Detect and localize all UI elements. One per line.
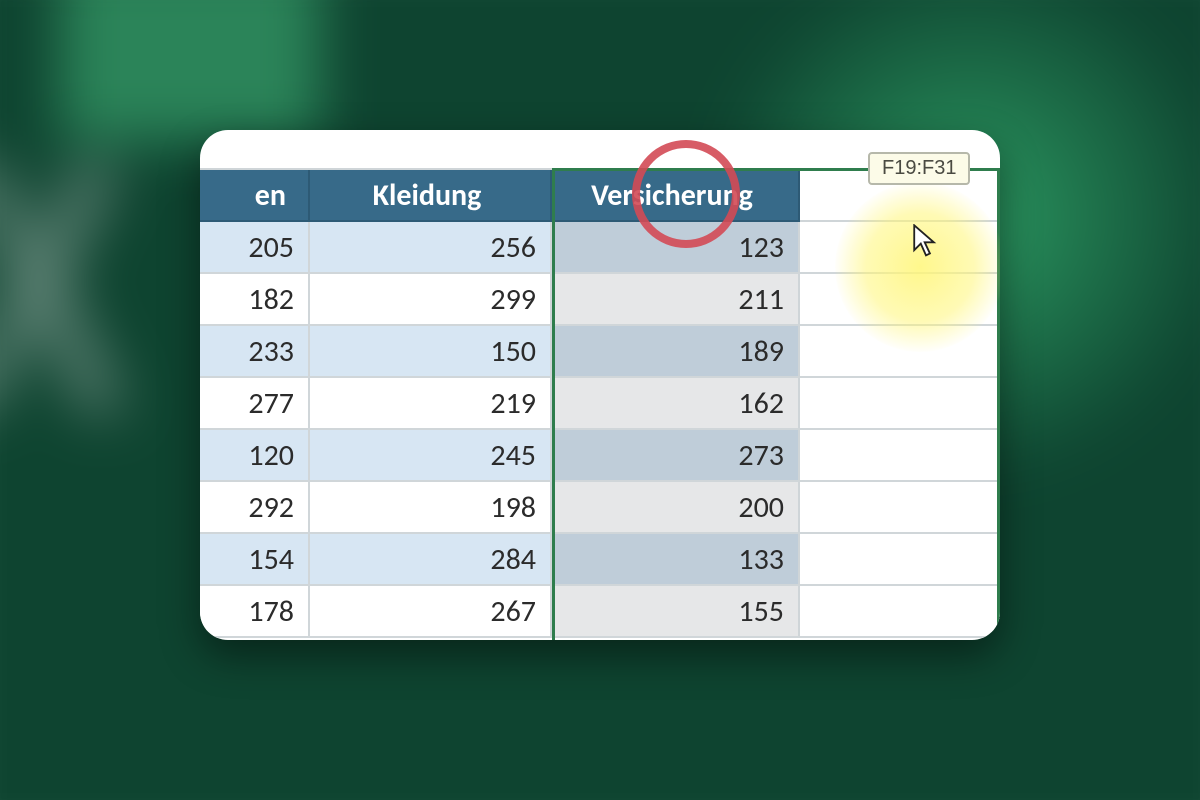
- cell[interactable]: [800, 222, 1000, 274]
- cell-value: 200: [738, 489, 784, 526]
- cell-value: 205: [248, 229, 294, 266]
- spreadsheet-grid[interactable]: en Kleidung Versicherung 205 256 123 182 299…: [200, 130, 1000, 640]
- cell[interactable]: 150: [310, 326, 552, 378]
- cell-value: 292: [248, 489, 294, 526]
- cell-value: 198: [490, 489, 536, 526]
- cell[interactable]: 198: [310, 482, 552, 534]
- cell-value: 219: [490, 385, 536, 422]
- cell-value: 211: [738, 281, 784, 318]
- cell-value: 133: [738, 541, 784, 578]
- cell[interactable]: 200: [552, 482, 800, 534]
- cell-value: 182: [248, 281, 294, 318]
- cell[interactable]: 219: [310, 378, 552, 430]
- cell-value: 155: [738, 593, 784, 630]
- cell[interactable]: [800, 274, 1000, 326]
- table-row: 292 198 200: [200, 482, 1000, 534]
- header-label: Kleidung: [373, 177, 482, 214]
- cell[interactable]: [800, 586, 1000, 638]
- cell[interactable]: 256: [310, 222, 552, 274]
- cell[interactable]: [800, 430, 1000, 482]
- table-row: 205 256 123: [200, 222, 1000, 274]
- cell[interactable]: [800, 378, 1000, 430]
- cell[interactable]: 205: [200, 222, 310, 274]
- cell-value: 120: [248, 437, 294, 474]
- table-row: 154 284 133: [200, 534, 1000, 586]
- table-row: 277 219 162: [200, 378, 1000, 430]
- cell-value: 123: [738, 229, 784, 266]
- cell[interactable]: 162: [552, 378, 800, 430]
- cell-value: 267: [490, 593, 536, 630]
- cell[interactable]: [800, 326, 1000, 378]
- cell[interactable]: 233: [200, 326, 310, 378]
- cell-value: 277: [248, 385, 294, 422]
- cell[interactable]: 267: [310, 586, 552, 638]
- cell[interactable]: 123: [552, 222, 800, 274]
- cell[interactable]: 154: [200, 534, 310, 586]
- cell[interactable]: 245: [310, 430, 552, 482]
- header-col-versicherung[interactable]: Versicherung: [552, 170, 800, 222]
- cell-value: 273: [738, 437, 784, 474]
- cell-value: 256: [490, 229, 536, 266]
- cell[interactable]: 155: [552, 586, 800, 638]
- cell[interactable]: 299: [310, 274, 552, 326]
- header-col-kleidung[interactable]: Kleidung: [310, 170, 552, 222]
- table-row: 178 267 155: [200, 586, 1000, 638]
- cell[interactable]: 133: [552, 534, 800, 586]
- cell[interactable]: 284: [310, 534, 552, 586]
- cell-value: 150: [490, 333, 536, 370]
- range-tooltip-label: F19:F31: [882, 157, 956, 179]
- cell[interactable]: 273: [552, 430, 800, 482]
- cell-value: 162: [738, 385, 784, 422]
- header-label: Versicherung: [591, 177, 753, 214]
- table-row: 182 299 211: [200, 274, 1000, 326]
- range-tooltip: F19:F31: [868, 152, 970, 185]
- header-label: en: [255, 177, 286, 214]
- table-row: 120 245 273: [200, 430, 1000, 482]
- cell-value: 284: [490, 541, 536, 578]
- spreadsheet-card: en Kleidung Versicherung 205 256 123 182 299…: [200, 130, 1000, 640]
- cell[interactable]: 182: [200, 274, 310, 326]
- cell-value: 245: [490, 437, 536, 474]
- cell[interactable]: 292: [200, 482, 310, 534]
- table-row: 233 150 189: [200, 326, 1000, 378]
- cell-value: 299: [490, 281, 536, 318]
- cell-value: 178: [248, 593, 294, 630]
- cell[interactable]: 211: [552, 274, 800, 326]
- cell[interactable]: 120: [200, 430, 310, 482]
- cell[interactable]: 277: [200, 378, 310, 430]
- cell[interactable]: 178: [200, 586, 310, 638]
- cell-value: 233: [248, 333, 294, 370]
- cell-value: 154: [248, 541, 294, 578]
- cell-value: 189: [738, 333, 784, 370]
- header-col-0[interactable]: en: [200, 170, 310, 222]
- cell[interactable]: 189: [552, 326, 800, 378]
- cell[interactable]: [800, 482, 1000, 534]
- cell[interactable]: [800, 534, 1000, 586]
